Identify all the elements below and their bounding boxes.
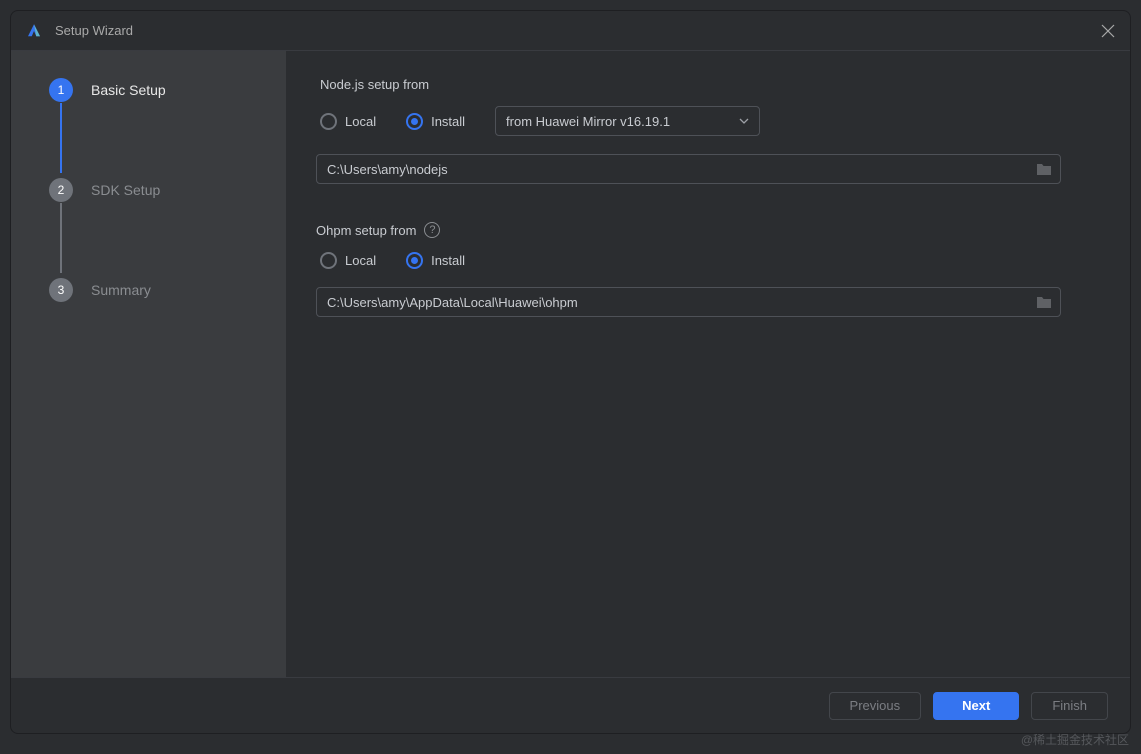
- step-label: Basic Setup: [91, 82, 166, 98]
- titlebar: Setup Wizard: [11, 11, 1130, 51]
- radio-label: Local: [345, 114, 376, 129]
- nodejs-install-radio[interactable]: Install: [406, 113, 465, 130]
- radio-label: Install: [431, 114, 465, 129]
- step-label: SDK Setup: [91, 182, 160, 198]
- step-basic-setup[interactable]: 1 Basic Setup: [49, 75, 266, 105]
- select-value: from Huawei Mirror v16.19.1: [506, 114, 670, 129]
- path-value: C:\Users\amy\nodejs: [327, 162, 1036, 177]
- help-icon[interactable]: ?: [424, 222, 440, 238]
- step-number: 2: [49, 178, 73, 202]
- previous-button[interactable]: Previous: [829, 692, 922, 720]
- ohpm-section-title: Ohpm setup from: [316, 223, 416, 238]
- step-summary[interactable]: 3 Summary: [49, 275, 266, 305]
- radio-label: Local: [345, 253, 376, 268]
- app-logo-icon: [25, 22, 43, 40]
- step-number: 3: [49, 278, 73, 302]
- folder-icon[interactable]: [1036, 162, 1052, 176]
- chevron-down-icon: [739, 118, 749, 124]
- nodejs-path-input[interactable]: C:\Users\amy\nodejs: [316, 154, 1061, 184]
- path-value: C:\Users\amy\AppData\Local\Huawei\ohpm: [327, 295, 1036, 310]
- setup-wizard-window: Setup Wizard 1 Basic Setup 2 SDK Setup 3…: [10, 10, 1131, 734]
- radio-label: Install: [431, 253, 465, 268]
- ohpm-local-radio[interactable]: Local: [320, 252, 376, 269]
- step-connector: [60, 103, 62, 173]
- step-connector: [60, 203, 62, 273]
- step-number: 1: [49, 78, 73, 102]
- radio-dot-icon: [320, 113, 337, 130]
- step-label: Summary: [91, 282, 151, 298]
- folder-icon[interactable]: [1036, 295, 1052, 309]
- next-button[interactable]: Next: [933, 692, 1019, 720]
- window-title: Setup Wizard: [55, 23, 1100, 38]
- close-icon[interactable]: [1100, 23, 1116, 39]
- ohpm-install-radio[interactable]: Install: [406, 252, 465, 269]
- radio-dot-icon: [406, 113, 423, 130]
- ohpm-path-input[interactable]: C:\Users\amy\AppData\Local\Huawei\ohpm: [316, 287, 1061, 317]
- step-sdk-setup[interactable]: 2 SDK Setup: [49, 175, 266, 205]
- radio-dot-icon: [320, 252, 337, 269]
- main-content: Node.js setup from Local Install from Hu…: [286, 51, 1130, 677]
- nodejs-mirror-select[interactable]: from Huawei Mirror v16.19.1: [495, 106, 760, 136]
- finish-button[interactable]: Finish: [1031, 692, 1108, 720]
- wizard-footer: Previous Next Finish: [11, 677, 1130, 733]
- radio-dot-icon: [406, 252, 423, 269]
- nodejs-local-radio[interactable]: Local: [320, 113, 376, 130]
- nodejs-section-title: Node.js setup from: [320, 77, 1100, 92]
- wizard-sidebar: 1 Basic Setup 2 SDK Setup 3 Summary: [11, 51, 286, 677]
- watermark-text: @稀土掘金技术社区: [1021, 731, 1129, 748]
